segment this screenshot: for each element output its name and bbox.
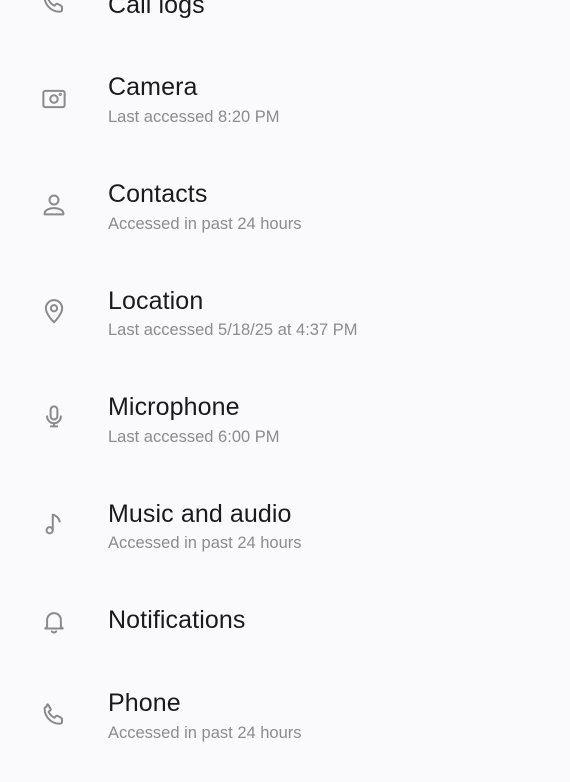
permission-title: Microphone bbox=[108, 393, 240, 421]
permission-item-camera[interactable]: Camera Last accessed 8:20 PM bbox=[0, 70, 570, 166]
permission-item-microphone[interactable]: Microphone Last accessed 6:00 PM bbox=[0, 390, 570, 486]
permission-title: Contacts bbox=[108, 180, 208, 208]
permission-title: Camera bbox=[108, 73, 198, 101]
permission-title: Location bbox=[108, 287, 204, 315]
person-icon bbox=[38, 189, 70, 221]
permission-item-notifications[interactable]: Notifications bbox=[0, 603, 570, 699]
permission-subtitle: Accessed in past 24 hours bbox=[108, 215, 302, 233]
permission-subtitle: Last accessed 8:20 PM bbox=[108, 108, 280, 126]
microphone-icon bbox=[38, 401, 70, 433]
permission-title: Call logs bbox=[108, 0, 205, 19]
permission-item-music-and-audio[interactable]: Music and audio Accessed in past 24 hour… bbox=[0, 497, 570, 593]
permission-title: Music and audio bbox=[108, 500, 292, 528]
phone-icon bbox=[38, 0, 70, 19]
permission-subtitle: Last accessed 5/18/25 at 4:37 PM bbox=[108, 321, 358, 339]
permission-item-location[interactable]: Location Last accessed 5/18/25 at 4:37 P… bbox=[0, 284, 570, 380]
permission-item-call-logs[interactable]: Call logs bbox=[0, 0, 570, 78]
permission-subtitle: Accessed in past 24 hours bbox=[108, 534, 302, 552]
permission-item-phone[interactable]: Phone Accessed in past 24 hours bbox=[0, 686, 570, 782]
permission-subtitle: Accessed in past 24 hours bbox=[108, 724, 302, 742]
permission-title: Notifications bbox=[108, 606, 246, 634]
phone-icon bbox=[38, 699, 70, 731]
permission-subtitle: Last accessed 6:00 PM bbox=[108, 428, 280, 446]
bell-icon bbox=[38, 605, 70, 637]
permissions-list: Call logs Camera Last accessed 8:20 PM C… bbox=[0, 0, 570, 750]
camera-icon bbox=[38, 83, 70, 115]
permission-item-contacts[interactable]: Contacts Accessed in past 24 hours bbox=[0, 177, 570, 273]
permission-title: Phone bbox=[108, 689, 181, 717]
music-note-icon bbox=[38, 508, 70, 540]
location-pin-icon bbox=[38, 295, 70, 327]
